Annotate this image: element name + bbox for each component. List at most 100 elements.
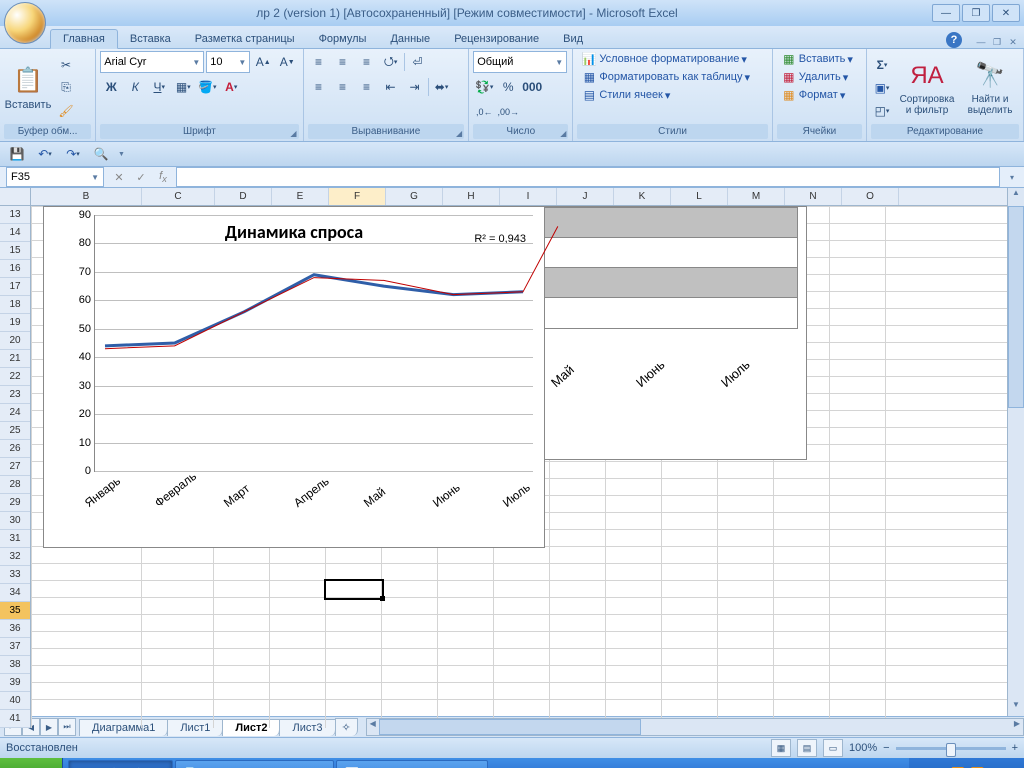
fill-button[interactable]: ▣▾ (871, 77, 893, 99)
doc-close-button[interactable]: ✕ (1006, 36, 1020, 48)
name-box[interactable]: F35▼ (6, 167, 104, 187)
align-right-button[interactable]: ≡ (356, 76, 378, 98)
zoom-out-button[interactable]: − (883, 742, 889, 754)
help-icon[interactable]: ? (946, 32, 962, 48)
embedded-chart-1[interactable]: Динамика спросаR² = 0,943010203040506070… (43, 206, 545, 548)
tab-page-layout[interactable]: Разметка страницы (183, 30, 307, 48)
row-headers[interactable]: 1314151617181920212223242526272829303132… (0, 206, 31, 728)
increase-indent-button[interactable]: ⇥ (404, 76, 426, 98)
decrease-indent-button[interactable]: ⇤ (380, 76, 402, 98)
fill-color-button[interactable]: 🪣▾ (196, 76, 218, 98)
underline-button[interactable]: Ч▾ (148, 76, 170, 98)
vscroll-thumb[interactable] (1008, 206, 1024, 408)
format-as-table-button[interactable]: ▦Форматировать как таблицу ▾ (577, 69, 767, 85)
font-color-button[interactable]: A▾ (220, 76, 242, 98)
floppy-icon: 💾 (10, 147, 25, 161)
tab-review[interactable]: Рецензирование (442, 30, 551, 48)
scissors-icon: ✂ (58, 57, 74, 73)
copy-button[interactable]: ⎘ (55, 77, 77, 99)
comma-button[interactable]: 000 (521, 76, 543, 98)
start-button[interactable]: ⊞пуск (0, 758, 63, 768)
restore-button[interactable]: ❐ (962, 4, 990, 22)
clear-button[interactable]: ◰▾ (871, 100, 893, 122)
shrink-font-button[interactable]: A▼ (276, 51, 298, 73)
merge-center-button[interactable]: ⬌▾ (431, 76, 453, 98)
format-painter-button[interactable]: 🖌 (55, 100, 77, 122)
zoom-in-button[interactable]: + (1012, 742, 1018, 754)
save-button[interactable]: 💾 (6, 143, 28, 165)
decrease-decimal-button[interactable]: ,00→ (497, 101, 519, 123)
dialog-launcher-icon[interactable]: ◢ (290, 129, 296, 138)
system-tray[interactable]: RU ◆ 📶 📶 20:44 (909, 758, 1024, 768)
wrap-text-button[interactable]: ⏎ (407, 51, 429, 73)
zoom-slider[interactable] (896, 747, 1006, 750)
page-break-view-button[interactable]: ▭ (823, 739, 843, 757)
minimize-button[interactable]: — (932, 4, 960, 22)
border-button[interactable]: ▦▾ (172, 76, 194, 98)
formula-input[interactable] (176, 167, 1000, 187)
close-button[interactable]: ✕ (992, 4, 1020, 22)
percent-button[interactable]: % (497, 76, 519, 98)
redo-button[interactable]: ↷▾ (62, 143, 84, 165)
status-bar: Восстановлен ▦ ▤ ▭ 100% − + (0, 737, 1024, 758)
tab-formulas[interactable]: Формулы (307, 30, 379, 48)
dialog-launcher-icon[interactable]: ◢ (456, 129, 462, 138)
tab-home[interactable]: Главная (50, 29, 118, 49)
number-format-combo[interactable]: Общий▼ (473, 51, 567, 73)
fx-button[interactable]: fx (154, 169, 172, 185)
align-bottom-button[interactable]: ≡ (356, 51, 378, 73)
group-cells-label: Ячейки (777, 124, 862, 139)
embedded-chart-2[interactable]: МайИюньИюль (519, 206, 807, 460)
align-middle-button[interactable]: ≡ (332, 51, 354, 73)
tab-data[interactable]: Данные (378, 30, 442, 48)
qat-dropdown[interactable]: ▼ (118, 151, 125, 158)
orientation-button[interactable]: ⭯▾ (380, 51, 402, 73)
cell-styles-button[interactable]: ▤Стили ячеек ▾ (577, 87, 767, 103)
conditional-formatting-button[interactable]: 📊Условное форматирование ▾ (577, 51, 767, 67)
normal-view-button[interactable]: ▦ (771, 739, 791, 757)
font-name-combo[interactable]: Arial Cyr▼ (100, 51, 204, 73)
align-left-button[interactable]: ≡ (308, 76, 330, 98)
autosum-button[interactable]: Σ▾ (871, 54, 893, 76)
grow-font-button[interactable]: A▲ (252, 51, 274, 73)
find-select-button[interactable]: 🔭 Найти и выделить (961, 54, 1019, 122)
zoom-percent[interactable]: 100% (849, 742, 877, 754)
taskbar-item[interactable]: 📊Microsoft Excel - лр 2... (336, 760, 488, 768)
italic-button[interactable]: К (124, 76, 146, 98)
dialog-launcher-icon[interactable]: ◢ (560, 129, 566, 138)
print-preview-button[interactable]: 🔍 (90, 143, 112, 165)
cancel-fx-button[interactable]: ✕ (110, 169, 128, 185)
tab-view[interactable]: Вид (551, 30, 595, 48)
enter-fx-button[interactable]: ✓ (132, 169, 150, 185)
sort-filter-button[interactable]: ЯА Сортировка и фильтр (896, 54, 958, 122)
increase-decimal-button[interactable]: ,0← (473, 101, 495, 123)
taskbar-item[interactable]: 📁Лаб_раб_1_2 (68, 760, 173, 768)
hscroll-thumb[interactable] (379, 719, 641, 735)
expand-formula-bar[interactable]: ▾ (1004, 173, 1020, 182)
doc-restore-button[interactable]: ❐ (990, 36, 1004, 48)
tab-insert[interactable]: Вставка (118, 30, 183, 48)
insert-cells-button[interactable]: ▦Вставить ▾ (777, 51, 862, 67)
align-top-button[interactable]: ≡ (308, 51, 330, 73)
cut-button[interactable]: ✂ (55, 54, 77, 76)
font-size-combo[interactable]: 10▼ (206, 51, 250, 73)
doc-minimize-button[interactable]: — (974, 36, 988, 48)
select-all-corner[interactable] (0, 188, 31, 206)
page-layout-view-button[interactable]: ▤ (797, 739, 817, 757)
paste-button[interactable]: 📋 Вставить (4, 54, 52, 122)
office-button[interactable] (4, 2, 46, 44)
align-center-button[interactable]: ≡ (332, 76, 354, 98)
accounting-format-button[interactable]: 💱▾ (473, 76, 495, 98)
undo-button[interactable]: ↶▾ (34, 143, 56, 165)
selected-cell[interactable] (324, 579, 384, 600)
delete-cells-button[interactable]: ▦Удалить ▾ (777, 69, 862, 85)
format-cells-button[interactable]: ▦Формат ▾ (777, 87, 862, 103)
cell-grid[interactable]: МайИюньИюльДинамика спросаR² = 0,9430102… (31, 206, 1007, 728)
bold-button[interactable]: Ж (100, 76, 122, 98)
taskbar: ⊞пуск 📁Лаб_раб_1_2📄ЛАБОРАТОРНАЯ РАБ...📊M… (0, 758, 1024, 768)
taskbar-item[interactable]: 📄ЛАБОРАТОРНАЯ РАБ... (175, 760, 334, 768)
eraser-icon: ◰ (875, 104, 886, 118)
column-headers[interactable]: BCDEFGHIJKLMNO (31, 188, 1007, 206)
horizontal-scrollbar[interactable]: ◀ ▶ (366, 718, 1024, 736)
vertical-scrollbar[interactable]: ▲ ▼ (1007, 188, 1024, 716)
